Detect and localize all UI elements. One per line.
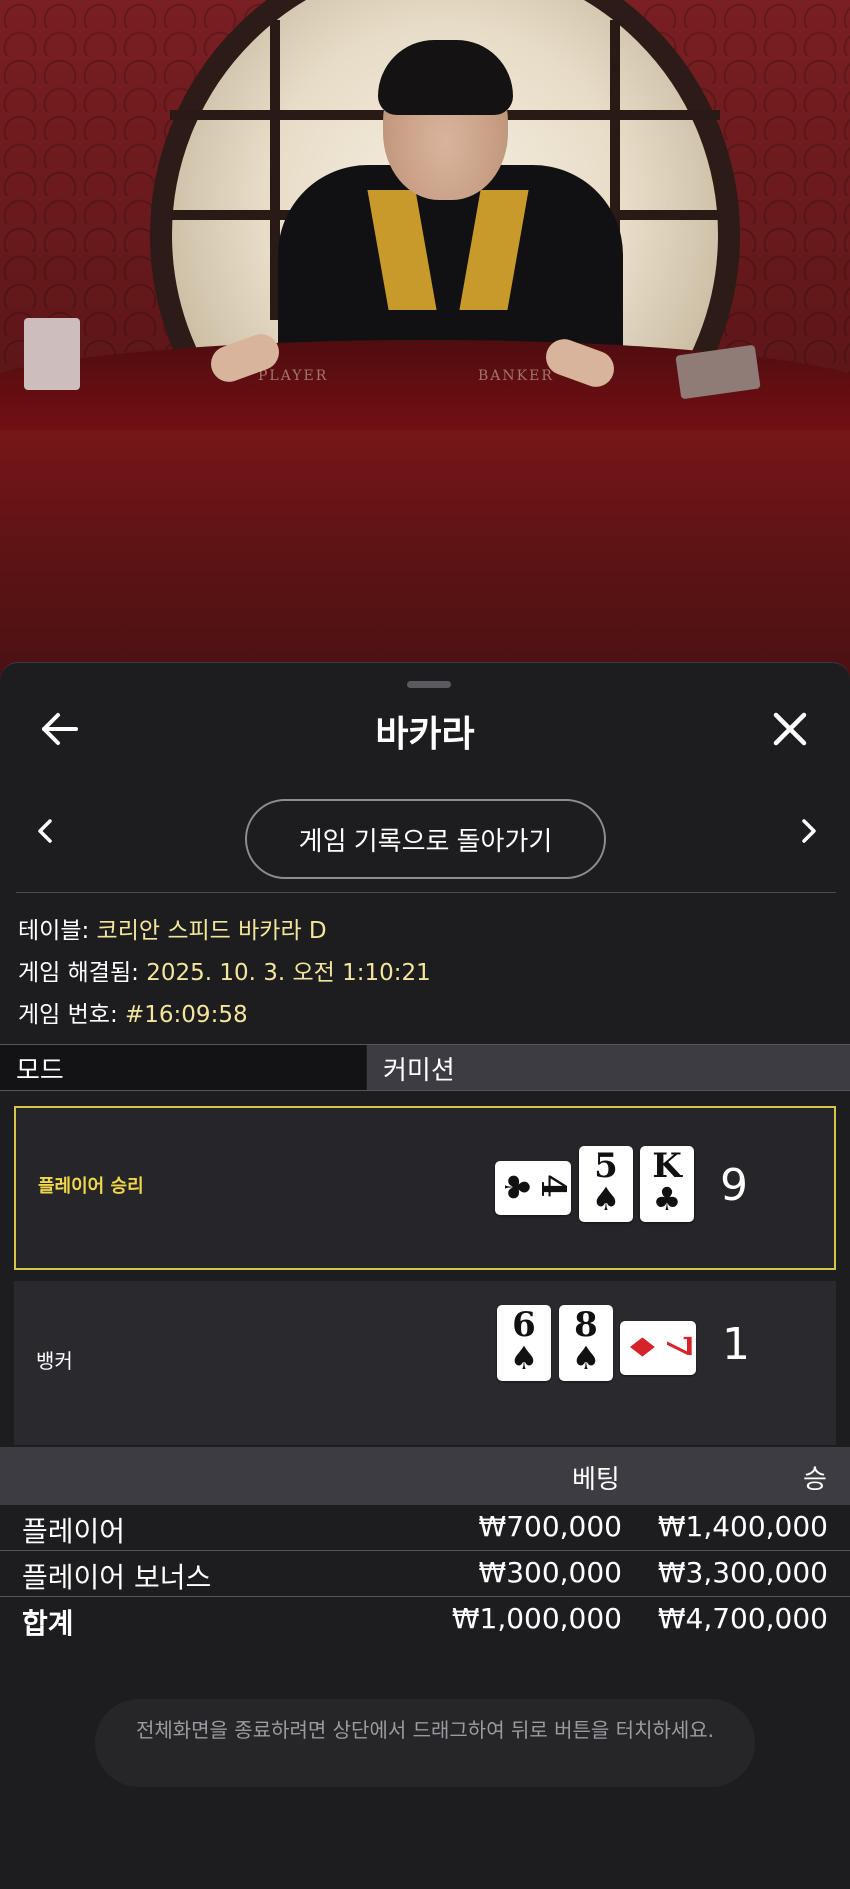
table-info: 테이블: 코리안 스피드 바카라 D xyxy=(18,911,327,945)
next-game-button[interactable] xyxy=(790,811,826,851)
game-number-info: 게임 번호: #16:09:58 xyxy=(18,995,248,1029)
player-result: 플레이어 승리 ♣ 4 5 ♠ K ♣ 9 xyxy=(14,1106,836,1270)
player-card-1: ♣ 4 xyxy=(495,1161,574,1215)
card-rank: 5 xyxy=(594,1146,618,1186)
banker-score: 1 xyxy=(722,1319,750,1370)
card-rank: 4 xyxy=(533,1174,574,1198)
mode-label: 모드 xyxy=(0,1045,366,1090)
chevron-right-icon xyxy=(802,819,816,843)
previous-game-button[interactable] xyxy=(28,811,64,851)
total-win-amount: ₩4,700,000 xyxy=(657,1602,828,1635)
bet-name: 플레이어 xyxy=(22,1515,126,1548)
win-amount: ₩1,400,000 xyxy=(657,1510,828,1543)
card-rank: 6 xyxy=(512,1305,536,1345)
card-shoe xyxy=(24,318,80,390)
resolved-info-value: 2025. 10. 3. 오전 1:10:21 xyxy=(146,960,431,986)
mode-value: 커미션 xyxy=(367,1045,850,1090)
player-card-2: 5 ♠ xyxy=(579,1146,633,1222)
mode-row: 모드 커미션 xyxy=(0,1044,850,1091)
player-card-3: K ♣ xyxy=(640,1146,694,1222)
close-icon xyxy=(773,712,807,746)
card-suit: ♠ xyxy=(509,1339,539,1377)
divider xyxy=(16,892,836,893)
resolved-info-label: 게임 해결됨: xyxy=(18,960,139,986)
card-suit: ♣ xyxy=(652,1180,682,1218)
win-column-header: 승 xyxy=(803,1465,827,1495)
banker-card-3: ♦ 7 xyxy=(620,1321,699,1375)
player-score: 9 xyxy=(720,1160,748,1211)
table-info-value: 코리안 스피드 바카라 D xyxy=(96,918,327,944)
table-info-label: 테이블: xyxy=(18,918,90,944)
card-suit: ♠ xyxy=(591,1180,621,1218)
table-row-total: 합계 ₩1,000,000 ₩4,700,000 xyxy=(0,1598,850,1643)
card-rank: 8 xyxy=(574,1305,598,1345)
bet-amount: ₩300,000 xyxy=(478,1556,622,1589)
page-title: 바카라 xyxy=(375,714,475,755)
banker-card-2: 8 ♠ xyxy=(559,1305,613,1381)
back-to-history-button[interactable]: 게임 기록으로 돌아가기 xyxy=(245,799,606,879)
card-suit: ♣ xyxy=(496,1171,537,1203)
resolved-info: 게임 해결됨: 2025. 10. 3. 오전 1:10:21 xyxy=(18,953,431,987)
card-suit: ♦ xyxy=(621,1331,662,1363)
bet-amount: ₩700,000 xyxy=(478,1510,622,1543)
live-video-stream: PLAYER BANKER xyxy=(0,0,850,680)
banker-result-label: 뱅커 xyxy=(36,1349,73,1373)
total-bet-amount: ₩1,000,000 xyxy=(451,1602,622,1635)
player-result-label: 플레이어 승리 xyxy=(38,1176,144,1197)
game-detail-sheet: 바카라 게임 기록으로 돌아가기 테이블: 코리안 스피드 바카라 D 게임 해… xyxy=(0,662,850,1889)
card-rank: 7 xyxy=(658,1334,699,1358)
banker-card-1: 6 ♠ xyxy=(497,1305,551,1381)
table-front xyxy=(0,430,850,680)
banker-result: 뱅커 6 ♠ 8 ♠ ♦ 7 1 xyxy=(14,1281,836,1445)
total-label: 합계 xyxy=(22,1607,74,1640)
win-amount: ₩3,300,000 xyxy=(657,1556,828,1589)
table-row: 플레이어 보너스 ₩300,000 ₩3,300,000 xyxy=(0,1552,850,1597)
bet-column-header: 베팅 xyxy=(572,1465,620,1495)
bet-name: 플레이어 보너스 xyxy=(22,1561,212,1594)
table-label-banker: BANKER xyxy=(478,368,554,384)
card-suit: ♠ xyxy=(571,1339,601,1377)
sheet-drag-handle[interactable] xyxy=(407,681,451,688)
bets-table-header: 베팅 승 xyxy=(0,1447,850,1505)
fullscreen-exit-hint: 전체화면을 종료하려면 상단에서 드래그하여 뒤로 버튼을 터치하세요. xyxy=(95,1699,755,1787)
card-rank: K xyxy=(652,1146,682,1186)
game-number-label: 게임 번호: xyxy=(18,1002,118,1028)
chevron-left-icon xyxy=(38,819,52,843)
table-label-player: PLAYER xyxy=(258,368,329,384)
close-button[interactable] xyxy=(766,705,814,753)
game-number-value: #16:09:58 xyxy=(125,1002,248,1028)
table-row: 플레이어 ₩700,000 ₩1,400,000 xyxy=(0,1506,850,1551)
